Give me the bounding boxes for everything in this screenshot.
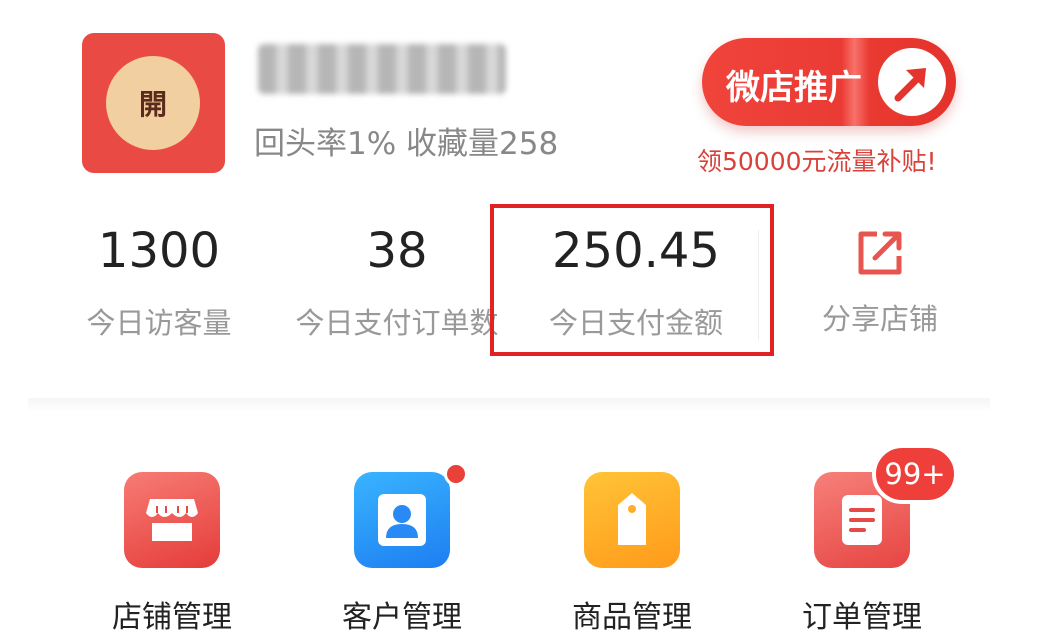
promo-label: 微店推广 [726, 68, 862, 108]
app-label: 店铺管理 [112, 600, 232, 635]
customer-icon [378, 494, 426, 546]
store-icon [146, 499, 198, 541]
metric-value: 1300 [97, 223, 221, 279]
store-name-blurred [258, 44, 506, 94]
card-divider [28, 398, 990, 412]
notification-dot [444, 462, 468, 486]
promo-subtitle: 领50000元流量补贴! [697, 147, 937, 176]
metric-label: 今日访客量 [86, 306, 232, 340]
product-management-button[interactable] [584, 472, 680, 568]
share-icon [858, 231, 902, 275]
order-count-badge: 99+ [872, 444, 958, 504]
share-store-button[interactable]: 分享店铺 [790, 228, 970, 338]
promo-button[interactable]: 微店推广 [702, 38, 956, 126]
share-label: 分享店铺 [821, 302, 938, 336]
product-tag-icon [618, 493, 646, 545]
customer-management-button[interactable] [354, 472, 450, 568]
store-avatar[interactable]: 開 [82, 33, 225, 173]
highlight-annotation-box [490, 204, 774, 356]
metric-label: 今日支付订单数 [295, 306, 499, 340]
order-icon [842, 495, 882, 545]
app-label: 商品管理 [572, 600, 692, 635]
store-logo-char: 開 [106, 56, 200, 150]
metric-orders[interactable]: 38 今日支付订单数 [272, 222, 522, 342]
app-label: 订单管理 [802, 600, 922, 635]
metric-visitors[interactable]: 1300 今日访客量 [34, 222, 284, 342]
arrow-up-right-icon [878, 48, 946, 116]
metric-value: 38 [366, 223, 428, 279]
divider [758, 230, 759, 340]
store-management-button[interactable] [124, 472, 220, 568]
app-label: 客户管理 [342, 600, 462, 635]
store-stats: 回头率1% 收藏量258 [254, 126, 559, 162]
